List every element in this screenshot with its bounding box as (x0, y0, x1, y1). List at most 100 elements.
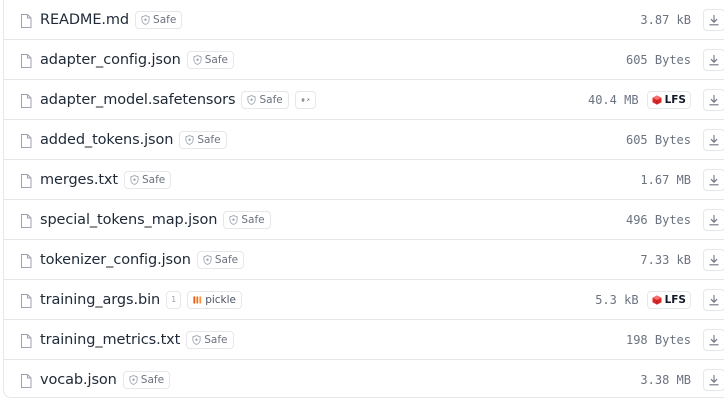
badge-label: Safe (204, 333, 228, 346)
download-button[interactable] (703, 328, 724, 351)
file-size: 40.4 MB LFS (588, 90, 691, 109)
download-button[interactable] (703, 128, 724, 151)
file-name-group: adapter_config.json Safe (40, 50, 234, 69)
file-size: 605 Bytes (626, 133, 691, 147)
safe-badge[interactable]: Safe (186, 50, 234, 69)
file-size-text: 198 Bytes (625, 332, 691, 347)
file-row[interactable]: README.md Safe 3.87 kB (4, 0, 724, 39)
badge-label: Safe (204, 53, 228, 66)
shield-icon (141, 14, 150, 25)
lfs-badge[interactable]: LFS (646, 290, 691, 309)
safe-badge[interactable]: Safe (124, 170, 172, 189)
file-size: 3.38 MB (640, 373, 691, 387)
download-button[interactable] (703, 208, 724, 231)
file-row[interactable]: tokenizer_config.json Safe 7.33 kB (4, 239, 724, 279)
file-size-text: 7.33 kB (640, 252, 691, 267)
file-name-link[interactable]: special_tokens_map.json (40, 212, 217, 228)
file-name-link[interactable]: training_args.bin (40, 292, 160, 308)
download-button[interactable] (703, 48, 724, 71)
file-name-link[interactable]: tokenizer_config.json (40, 252, 191, 268)
shield-icon (247, 94, 257, 105)
file-size: 1.67 MB (640, 173, 691, 187)
info-badge[interactable]: 1 (166, 290, 182, 309)
file-row[interactable]: training_args.bin 1 pickle 5.3 kB LFS (4, 279, 724, 319)
file-name-link[interactable]: vocab.json (40, 372, 117, 388)
file-size: 3.87 kB (640, 13, 691, 27)
badge-label: Safe (140, 373, 165, 386)
shield-icon (203, 254, 212, 265)
file-size-text: 3.87 kB (640, 12, 691, 27)
file-name-link[interactable]: README.md (40, 12, 129, 28)
safe-badge[interactable]: Safe (196, 250, 245, 269)
lfs-cube-icon (652, 95, 662, 105)
file-name-group: training_metrics.txt Safe (40, 330, 234, 349)
file-icon (20, 53, 32, 68)
download-icon (708, 334, 720, 346)
download-button[interactable] (703, 248, 724, 271)
download-icon (708, 294, 720, 306)
file-icon (20, 333, 32, 348)
shield-icon (192, 334, 201, 345)
file-size: 7.33 kB (640, 253, 691, 267)
safe-badge[interactable]: Safe (223, 210, 271, 229)
file-size: 198 Bytes (626, 333, 691, 347)
lfs-label: LFS (664, 93, 686, 106)
file-name-group: adapter_model.safetensors Safe (40, 90, 316, 109)
badge-label: Safe (214, 253, 239, 266)
download-icon (708, 254, 720, 266)
file-icon (20, 373, 32, 388)
file-icon (20, 293, 32, 308)
download-button[interactable] (703, 168, 724, 191)
shield-icon (130, 174, 139, 185)
shield-icon (193, 54, 202, 65)
file-icon (20, 13, 32, 28)
file-icon (20, 253, 32, 268)
safe-badge[interactable]: Safe (135, 10, 183, 29)
view-safetensors-link[interactable] (294, 90, 316, 109)
download-icon (708, 134, 720, 146)
file-name-link[interactable]: training_metrics.txt (40, 332, 180, 348)
safe-badge[interactable]: Safe (186, 330, 234, 349)
pickle-icon (193, 295, 202, 305)
file-row[interactable]: adapter_config.json Safe 605 Bytes (4, 39, 724, 79)
safe-badge[interactable]: Safe (122, 370, 171, 389)
file-size: 5.3 kB LFS (595, 290, 691, 309)
badge-label: Safe (259, 93, 283, 106)
download-icon (708, 94, 720, 106)
file-size-text: 605 Bytes (625, 132, 691, 147)
file-name-group: merges.txt Safe (40, 170, 172, 189)
file-name-group: README.md Safe (40, 10, 183, 29)
pickle-badge[interactable]: pickle (187, 290, 243, 309)
file-row[interactable]: vocab.json Safe 3.38 MB (4, 359, 724, 399)
file-size-text: 496 Bytes (625, 212, 691, 227)
safe-badge[interactable]: Safe (241, 90, 289, 109)
file-icon (20, 93, 32, 108)
file-name-link[interactable]: added_tokens.json (40, 132, 173, 148)
lfs-badge[interactable]: LFS (646, 90, 691, 109)
file-row[interactable]: merges.txt Safe 1.67 MB (4, 159, 724, 199)
download-button[interactable] (703, 8, 724, 31)
file-size-text: 1.67 MB (640, 172, 691, 187)
file-row[interactable]: added_tokens.json Safe 605 Bytes (4, 119, 724, 159)
file-size-text: 3.38 MB (640, 372, 691, 387)
download-icon (708, 54, 720, 66)
file-row[interactable]: special_tokens_map.json Safe 496 Bytes (4, 199, 724, 239)
badge-label: Safe (153, 13, 177, 26)
file-row[interactable]: training_metrics.txt Safe 198 Bytes (4, 319, 724, 359)
shield-icon (129, 374, 138, 385)
file-name-link[interactable]: merges.txt (40, 172, 118, 188)
safe-badge[interactable]: Safe (179, 130, 227, 149)
file-name-link[interactable]: adapter_config.json (40, 52, 181, 68)
download-icon (708, 14, 720, 26)
download-button[interactable] (703, 288, 724, 311)
info-badge-text: 1 (171, 295, 177, 304)
download-button[interactable] (703, 88, 724, 111)
badge-label: Safe (142, 173, 166, 186)
lfs-cube-icon (652, 295, 662, 305)
download-button[interactable] (703, 368, 724, 391)
file-name-group: training_args.bin 1 pickle (40, 290, 243, 309)
file-name-group: tokenizer_config.json Safe (40, 250, 245, 269)
file-row[interactable]: adapter_model.safetensors Safe 40.4 MB LFS (4, 79, 724, 119)
file-name-link[interactable]: adapter_model.safetensors (40, 92, 236, 108)
badge-label: Safe (197, 133, 221, 146)
